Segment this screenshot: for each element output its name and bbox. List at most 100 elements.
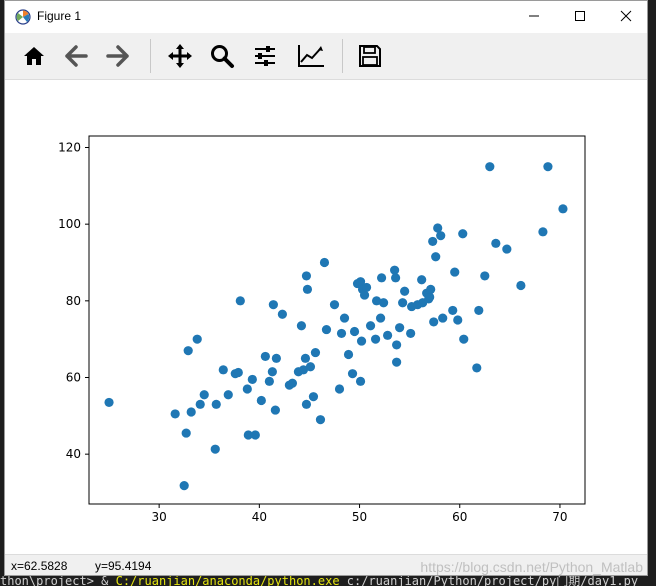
x-tick-label: 60: [452, 510, 467, 524]
scatter-point: [361, 282, 372, 293]
cursor-y-readout: y=95.4194: [95, 559, 152, 573]
terminal-exe-path: C:/ruanjian/anaconda/python.exe: [115, 576, 340, 586]
scatter-point: [480, 271, 490, 281]
save-button[interactable]: [353, 39, 387, 73]
x-tick-label: 40: [252, 510, 267, 524]
edit-axes-icon: [298, 45, 324, 67]
scatter-point: [210, 444, 220, 454]
minimize-icon: [529, 15, 539, 17]
scatter-point: [392, 357, 402, 367]
axes-frame: [88, 135, 586, 505]
save-floppy-icon: [359, 45, 381, 67]
configure-subplots-icon: [255, 46, 275, 66]
scatter-point: [302, 284, 313, 294]
scatter-point: [458, 229, 468, 239]
scatter-point: [267, 367, 277, 377]
scatter-point: [448, 305, 458, 316]
scatter-point: [336, 328, 347, 339]
pan-move-icon: [168, 44, 192, 68]
scatter-point: [431, 252, 441, 262]
y-tick-label: 60: [66, 371, 81, 385]
scatter-point: [271, 353, 281, 363]
scatter-point: [310, 347, 321, 358]
home-icon: [24, 47, 44, 65]
zoom-magnifier-icon: [211, 45, 234, 68]
configure-subplots-button[interactable]: [248, 39, 282, 73]
close-button[interactable]: [603, 1, 647, 31]
x-tick-label: 30: [152, 510, 167, 524]
scatter-point: [438, 313, 448, 323]
scatter-point: [329, 300, 340, 310]
scatter-point: [417, 275, 427, 285]
scatter-point: [428, 236, 438, 247]
scatter-point: [250, 430, 260, 440]
maximize-button[interactable]: [557, 1, 603, 31]
scatter-point: [233, 367, 243, 378]
scatter-point: [436, 231, 446, 241]
scatter-point: [392, 340, 402, 350]
cursor-x-readout: x=62.5828: [11, 559, 68, 573]
scatter-point: [270, 405, 280, 415]
pan-button[interactable]: [163, 39, 197, 73]
scatter-point: [359, 290, 370, 300]
scatter-point: [398, 298, 408, 308]
minimize-button[interactable]: [511, 1, 557, 31]
scatter-point: [260, 351, 270, 362]
scatter-point: [104, 397, 114, 408]
scatter-point: [264, 376, 274, 386]
scatter-point: [391, 273, 401, 283]
scatter-point: [235, 296, 245, 306]
terminal-prefix: thon\project> &: [0, 576, 116, 586]
zoom-button[interactable]: [205, 39, 239, 73]
scatter-point: [170, 409, 180, 419]
scatter-point: [308, 392, 319, 402]
scatter-point: [287, 378, 298, 388]
scatter-point: [300, 353, 311, 363]
terminal-suffix: c:/ruanjian/Python/project/py门期/day1.py: [339, 576, 639, 586]
scatter-point: [247, 374, 257, 385]
scatter-point: [334, 384, 345, 394]
scatter-point: [347, 369, 358, 379]
y-tick-label: 40: [66, 447, 81, 461]
scatter-point: [242, 384, 252, 394]
home-button[interactable]: [17, 39, 51, 73]
scatter-point: [558, 204, 568, 214]
toolbar-separator: [150, 39, 151, 73]
scatter-chart[interactable]: 30 40 50 60 70 40 60 80 100 120: [5, 80, 645, 554]
back-button[interactable]: [59, 39, 93, 73]
scatter-point: [502, 244, 512, 254]
scatter-point: [370, 334, 381, 344]
scatter-point: [256, 395, 266, 406]
forward-arrow-icon: [106, 45, 129, 67]
forward-button[interactable]: [101, 39, 135, 73]
scatter-point: [516, 280, 526, 291]
scatter-point: [343, 349, 354, 360]
scatter-point: [301, 271, 312, 281]
scatter-point: [365, 321, 376, 331]
y-tick-label: 100: [58, 217, 81, 231]
matplotlib-app-icon: [15, 9, 31, 25]
scatter-point: [301, 399, 312, 409]
toolbar-separator: [342, 39, 343, 73]
x-tick-label: 50: [352, 510, 367, 524]
scatter-point: [181, 428, 191, 438]
scatter-point: [223, 390, 233, 400]
figure-canvas[interactable]: 30 40 50 60 70 40 60 80 100 120: [5, 80, 647, 554]
scatter-point: [453, 315, 463, 325]
axis-ticks: 30 40 50 60 70 40 60 80 100 120: [58, 141, 567, 525]
edit-axes-button[interactable]: [294, 39, 328, 73]
status-bar: x=62.5828 y=95.4194 https://blog.csdn.ne…: [5, 554, 647, 575]
scatter-point: [543, 162, 553, 172]
scatter-point: [355, 376, 366, 386]
scatter-point: [474, 305, 484, 316]
y-tick-label: 120: [58, 141, 81, 155]
x-tick-label: 70: [552, 510, 567, 524]
title-bar: Figure 1: [5, 1, 647, 33]
scatter-point: [426, 284, 436, 294]
scatter-point: [538, 227, 548, 237]
terminal-command-line: thon\project> & C:/ruanjian/anaconda/pyt…: [0, 576, 656, 586]
scatter-point: [383, 330, 393, 340]
navigation-toolbar: [5, 33, 647, 80]
scatter-point: [211, 399, 221, 409]
scatter-point: [199, 390, 209, 400]
